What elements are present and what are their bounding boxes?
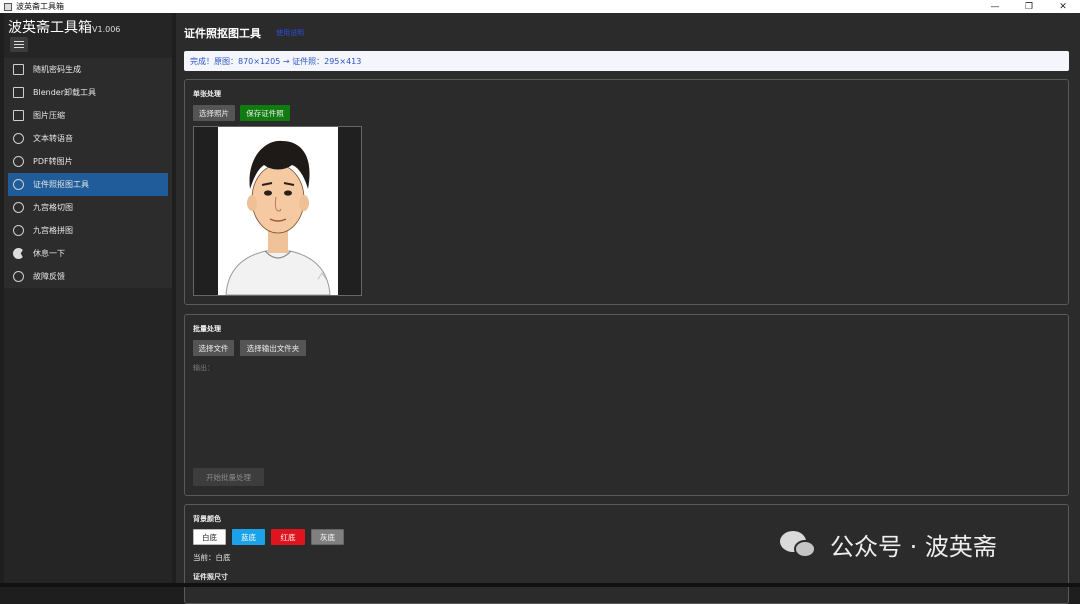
- sidebar-nav: 随机密码生成 Blender卸载工具 图片压缩 文本转语音 PDF转图片 证件照…: [4, 58, 172, 288]
- image-icon: [13, 110, 24, 121]
- wechat-icon: [780, 529, 820, 561]
- sidebar-item-rest[interactable]: 休息一下: [4, 242, 172, 265]
- watermark-text: 公众号 · 波英斋: [830, 533, 997, 561]
- keyboard-icon: [13, 64, 24, 75]
- help-link[interactable]: 使用说明: [276, 28, 304, 38]
- white-background-button[interactable]: 白底: [193, 529, 226, 545]
- maximize-button[interactable]: ❐: [1012, 2, 1046, 12]
- app-version: V1.006: [92, 25, 121, 34]
- panel-title: 批量处理: [193, 325, 221, 333]
- app-icon: [4, 2, 12, 11]
- window-controls: — ❐ ✕: [978, 2, 1080, 12]
- sidebar-item-feedback[interactable]: 故障反馈: [4, 265, 172, 288]
- taskbar-edge: [0, 583, 1080, 587]
- sidebar-item-label: 文本转语音: [33, 134, 73, 143]
- flag-icon: [13, 248, 24, 259]
- grid-icon: [13, 87, 24, 98]
- app-brand: 波英斋工具箱V1.006: [8, 17, 120, 37]
- select-photo-button[interactable]: 选择照片: [193, 105, 235, 121]
- hamburger-icon: [14, 41, 24, 42]
- select-files-button[interactable]: 选择文件: [193, 340, 234, 356]
- sidebar-item-grid-join[interactable]: 九宫格拼图: [4, 219, 172, 242]
- minimize-button[interactable]: —: [978, 2, 1012, 12]
- fingerprint-icon: [13, 156, 24, 167]
- sidebar-item-label: Blender卸载工具: [33, 88, 96, 97]
- hamburger-menu-button[interactable]: [10, 37, 28, 52]
- phone-icon: [13, 271, 24, 282]
- start-batch-button[interactable]: 开始批量处理: [193, 468, 264, 486]
- id-photo-size-title: 证件照尺寸: [193, 573, 228, 581]
- sidebar-item-password[interactable]: 随机密码生成: [4, 58, 172, 81]
- sidebar-item-grid-cut[interactable]: 九宫格切图: [4, 196, 172, 219]
- sidebar-item-id-photo[interactable]: 证件照抠图工具: [8, 173, 168, 196]
- current-background-label: 当前：白底: [193, 553, 231, 562]
- sidebar-item-label: 随机密码生成: [33, 65, 81, 74]
- id-photo-image: [218, 127, 338, 295]
- red-background-button[interactable]: 红底: [271, 529, 305, 545]
- save-id-photo-button[interactable]: 保存证件照: [240, 105, 290, 121]
- fingerprint-icon: [13, 179, 24, 190]
- sidebar-item-compress[interactable]: 图片压缩: [4, 104, 172, 127]
- page-title: 证件照抠图工具: [184, 27, 261, 40]
- fingerprint-icon: [13, 225, 24, 236]
- sidebar-item-label: 故障反馈: [33, 272, 65, 281]
- sidebar-item-label: 九宫格切图: [33, 203, 73, 212]
- sidebar: 波英斋工具箱V1.006 随机密码生成 Blender卸载工具 图片压缩 文本转…: [4, 13, 172, 587]
- gray-background-button[interactable]: 灰底: [311, 529, 344, 545]
- batch-process-panel: 批量处理 选择文件 选择输出文件夹 输出： 开始批量处理: [184, 314, 1069, 496]
- sidebar-item-pdf[interactable]: PDF转图片: [4, 150, 172, 173]
- sidebar-item-label: 九宫格拼图: [33, 226, 73, 235]
- sidebar-item-label: 休息一下: [33, 249, 65, 258]
- status-message: 完成！原图：870×1205 → 证件照：295×413: [184, 51, 1069, 71]
- portrait-illustration: [218, 127, 338, 295]
- fingerprint-icon: [13, 202, 24, 213]
- panel-title: 单张处理: [193, 90, 221, 98]
- select-output-folder-button[interactable]: 选择输出文件夹: [240, 340, 306, 356]
- single-process-panel: 单张处理 选择照片 保存证件照: [184, 79, 1069, 305]
- fingerprint-icon: [13, 133, 24, 144]
- wechat-watermark: 公众号 · 波英斋: [780, 527, 997, 562]
- sidebar-item-label: PDF转图片: [33, 157, 73, 166]
- app-name: 波英斋工具箱: [8, 20, 92, 36]
- sidebar-item-label: 图片压缩: [33, 111, 65, 120]
- sidebar-item-label: 证件照抠图工具: [33, 180, 89, 189]
- output-log: 输出：: [193, 364, 214, 372]
- blue-background-button[interactable]: 蓝底: [232, 529, 265, 545]
- panel-title: 背景颜色: [193, 515, 221, 523]
- window-titlebar: 波英斋工具箱 — ❐ ✕: [0, 0, 1080, 13]
- sidebar-item-tts[interactable]: 文本转语音: [4, 127, 172, 150]
- photo-preview: [193, 126, 362, 296]
- window-title: 波英斋工具箱: [16, 2, 64, 11]
- sidebar-item-blender[interactable]: Blender卸载工具: [4, 81, 172, 104]
- main-content: 证件照抠图工具 使用说明 完成！原图：870×1205 → 证件照：295×41…: [176, 13, 1080, 604]
- close-button[interactable]: ✕: [1046, 2, 1080, 12]
